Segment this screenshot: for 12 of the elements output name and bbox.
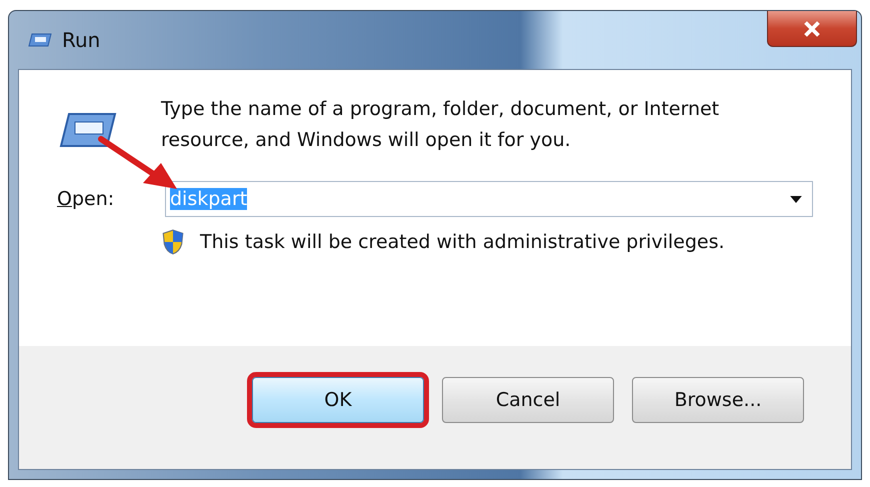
run-icon bbox=[28, 33, 52, 47]
open-label: Open: bbox=[57, 188, 116, 210]
run-icon bbox=[57, 110, 117, 150]
window-title: Run bbox=[62, 28, 100, 52]
cancel-button[interactable]: Cancel bbox=[442, 376, 614, 422]
close-button[interactable] bbox=[767, 11, 857, 47]
shield-icon bbox=[162, 229, 184, 255]
caret-icon bbox=[790, 196, 802, 202]
instruction-text: Type the name of a program, folder, document, or Internet resource, and Windows will open it for you. bbox=[161, 97, 720, 153]
close-icon bbox=[803, 20, 821, 36]
browse-button[interactable]: Browse... bbox=[632, 376, 804, 422]
admin-privileges-text: This task will be created with administrative privileges. bbox=[200, 231, 725, 253]
